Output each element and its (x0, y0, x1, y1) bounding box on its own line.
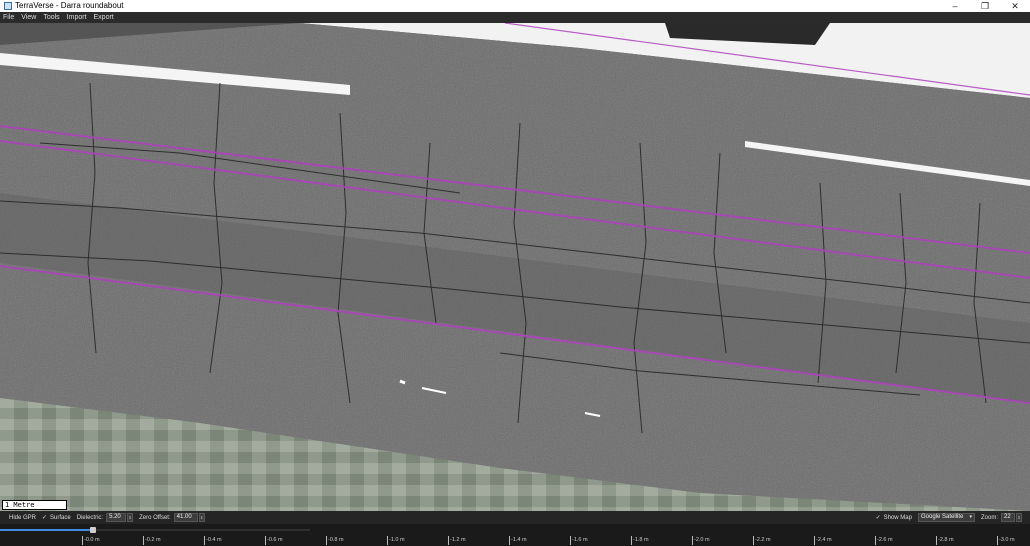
spin-arrows-icon[interactable]: ⇕ (198, 513, 205, 522)
menu-file[interactable]: File (3, 12, 14, 23)
ruler-tick: -1.6 m (570, 536, 588, 545)
minimize-button[interactable]: – (940, 0, 970, 12)
zoom-label: Zoom: (980, 514, 998, 521)
ruler-tick: -2.2 m (753, 536, 771, 545)
ruler-tick: -1.2 m (448, 536, 466, 545)
zoom-input[interactable]: 22 (1001, 513, 1015, 522)
ruler-tick: -2.4 m (814, 536, 832, 545)
zero-offset-label: Zero Offset: (139, 514, 171, 521)
menu-bar: File View Tools Import Export (0, 12, 1030, 23)
dielectric-field-group: Dielectric: 5.20 ⇕ (76, 511, 134, 524)
ruler-tick: -1.4 m (509, 536, 527, 545)
window-title: TerraVerse - Darra roundabout (15, 1, 124, 10)
surface-checkbox[interactable]: ✓ Surface (42, 511, 71, 524)
ruler-tick: -2.6 m (875, 536, 893, 545)
road-surface-image (0, 23, 1030, 511)
ruler-tick: -2.0 m (692, 536, 710, 545)
scale-bar-label: 1 Metre (2, 500, 67, 510)
slider-fill (0, 529, 93, 531)
menu-tools[interactable]: Tools (43, 12, 59, 23)
ruler-tick: -3.0 m (997, 536, 1015, 545)
check-icon: ✓ (875, 515, 881, 521)
zoom-field-group: Zoom: 22 ⇕ (981, 511, 1022, 524)
dielectric-label: Dielectric: (76, 514, 104, 521)
menu-import[interactable]: Import (67, 12, 87, 23)
spin-arrows-icon[interactable]: ⇕ (127, 513, 134, 522)
app-icon (4, 2, 12, 10)
close-button[interactable]: ✕ (1000, 0, 1030, 12)
ruler-tick: -0.0 m (82, 536, 100, 545)
map-viewport[interactable]: 1 Metre (0, 23, 1030, 511)
zero-offset-field-group: Zero Offset: 41.00 ⇕ (139, 511, 205, 524)
chevron-down-icon: ▾ (969, 514, 972, 520)
slider-handle[interactable] (90, 527, 96, 533)
dielectric-input[interactable]: 5.20 (106, 513, 127, 522)
ruler-tick: -0.4 m (204, 536, 222, 545)
controls-bar: Hide GPR ✓ Surface Dielectric: 5.20 ⇕ Ze… (0, 511, 1030, 524)
restore-button[interactable]: ❐ (970, 0, 1000, 12)
zero-offset-input[interactable]: 41.00 (173, 513, 198, 522)
show-map-label: Show Map (883, 514, 912, 521)
title-bar: TerraVerse - Darra roundabout – ❐ ✕ (0, 0, 1030, 12)
ruler-tick: -0.8 m (326, 536, 344, 545)
ruler-tick: -2.8 m (936, 536, 954, 545)
menu-view[interactable]: View (21, 12, 36, 23)
spin-arrows-icon[interactable]: ⇕ (1016, 513, 1022, 522)
surface-label: Surface (50, 514, 71, 521)
ruler-tick: -0.2 m (143, 536, 161, 545)
depth-ruler: -0.0 m -0.2 m -0.4 m -0.6 m -0.8 m -1.0 m -1.2… (0, 534, 1030, 546)
hide-gpr-button[interactable]: Hide GPR (9, 511, 36, 524)
check-icon: ✓ (42, 515, 48, 521)
trace-position-slider[interactable] (0, 524, 1030, 534)
ruler-tick: -0.6 m (265, 536, 283, 545)
menu-export[interactable]: Export (94, 12, 114, 23)
ruler-tick: -1.8 m (631, 536, 649, 545)
map-source-dropdown[interactable]: Google Satellite ▾ (917, 513, 975, 522)
ruler-tick: -1.0 m (387, 536, 405, 545)
map-source-value: Google Satellite (920, 514, 964, 520)
show-map-checkbox[interactable]: ✓ Show Map (876, 511, 912, 524)
